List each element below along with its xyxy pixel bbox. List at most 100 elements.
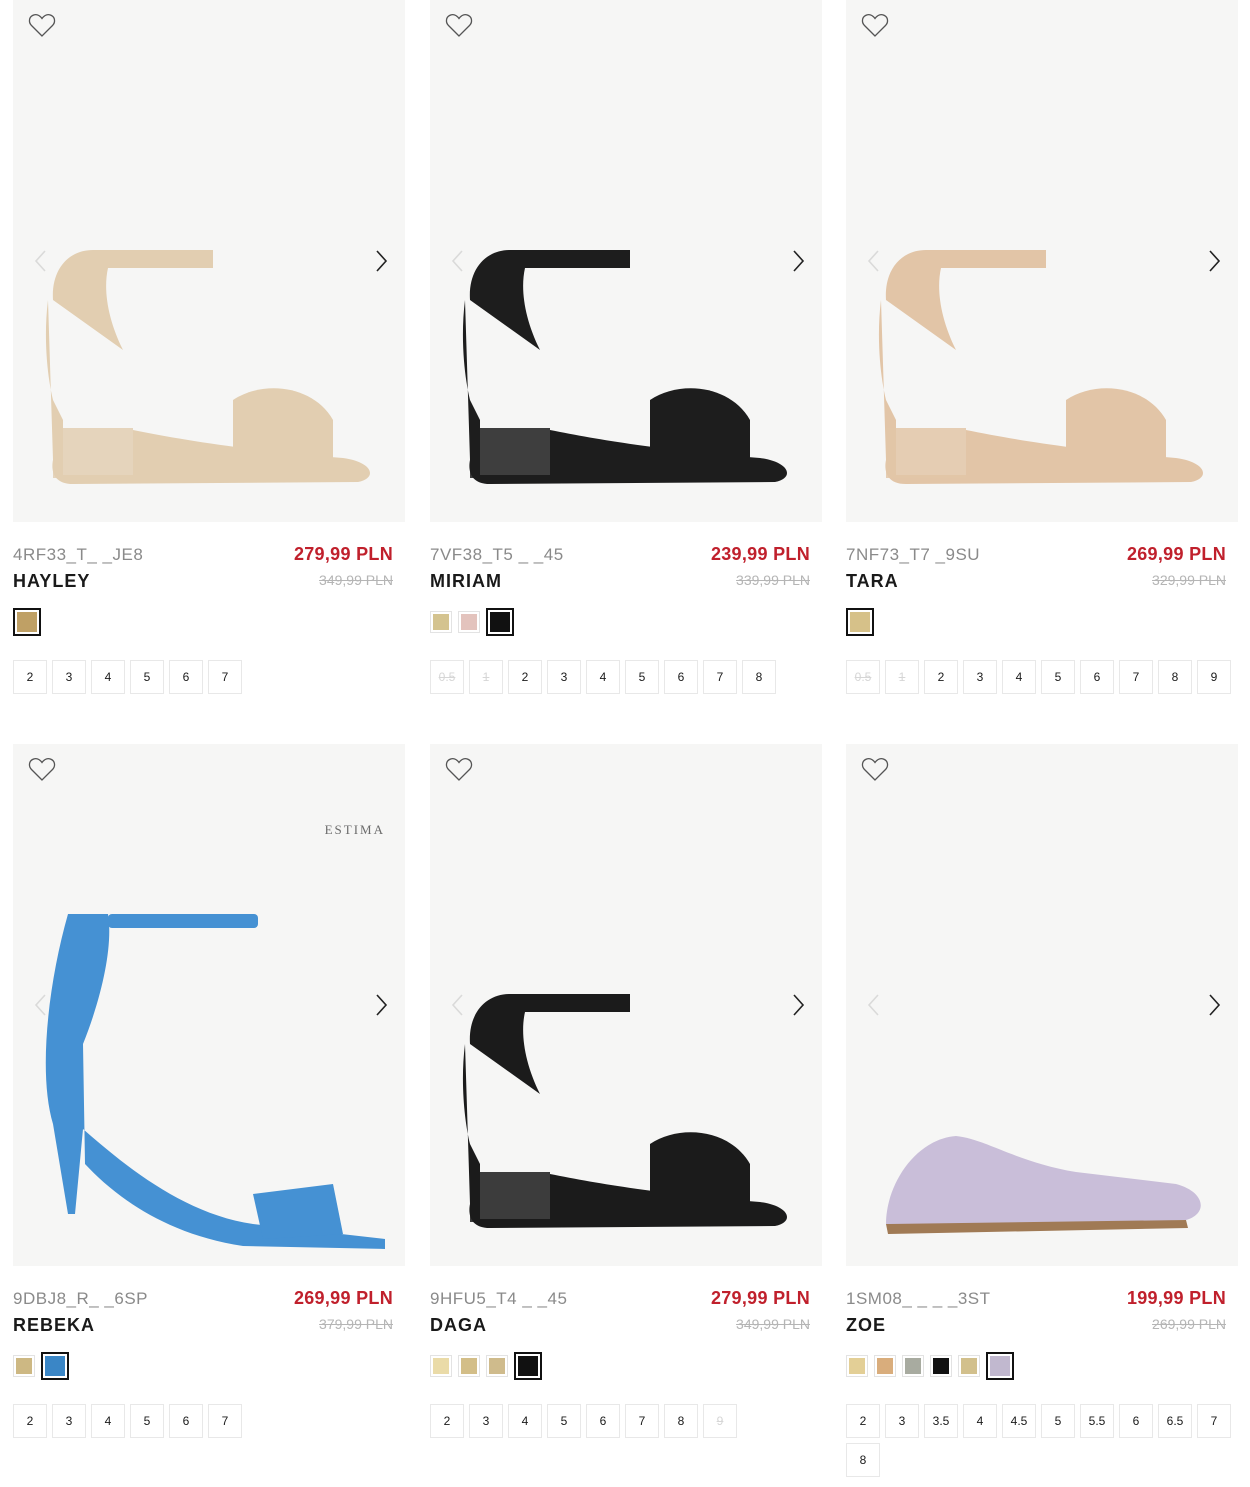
size-option[interactable]: 4 <box>91 1404 125 1438</box>
chevron-right-icon[interactable] <box>369 246 393 276</box>
size-option[interactable]: 3 <box>52 660 86 694</box>
heart-icon[interactable] <box>860 10 890 40</box>
heart-icon[interactable] <box>444 10 474 40</box>
color-swatch[interactable] <box>514 1352 542 1380</box>
size-option[interactable]: 2 <box>13 1404 47 1438</box>
size-option[interactable]: 6 <box>1119 1404 1153 1438</box>
size-option[interactable]: 6 <box>664 660 698 694</box>
size-option[interactable]: 6 <box>586 1404 620 1438</box>
chevron-left-icon[interactable] <box>446 246 470 276</box>
size-option[interactable]: 2 <box>508 660 542 694</box>
size-option[interactable]: 4 <box>91 660 125 694</box>
product-image[interactable] <box>430 744 822 1266</box>
chevron-left-icon[interactable] <box>29 246 53 276</box>
color-swatch[interactable] <box>846 608 874 636</box>
chevron-right-icon[interactable] <box>1202 246 1226 276</box>
product-name[interactable]: HAYLEY <box>13 571 90 592</box>
product-card[interactable]: 9HFU5_T4 _ _45 DAGA 279,99 PLN 349,99 PL… <box>430 744 822 1438</box>
size-option[interactable]: 6 <box>169 1404 203 1438</box>
size-option[interactable]: 3 <box>52 1404 86 1438</box>
size-option[interactable]: 2 <box>430 1404 464 1438</box>
color-swatch[interactable] <box>13 608 41 636</box>
chevron-right-icon[interactable] <box>786 246 810 276</box>
size-option[interactable]: 5 <box>130 1404 164 1438</box>
size-option[interactable]: 5.5 <box>1080 1404 1114 1438</box>
product-name[interactable]: ZOE <box>846 1315 886 1336</box>
size-option[interactable]: 3 <box>469 1404 503 1438</box>
product-name[interactable]: DAGA <box>430 1315 487 1336</box>
size-option[interactable]: 2 <box>13 660 47 694</box>
color-swatch[interactable] <box>458 611 480 633</box>
product-old-price: 349,99 PLN <box>736 1316 810 1332</box>
size-option[interactable]: 7 <box>703 660 737 694</box>
chevron-right-icon[interactable] <box>1202 990 1226 1020</box>
size-option[interactable]: 8 <box>846 1443 880 1477</box>
color-swatch[interactable] <box>486 608 514 636</box>
size-option[interactable]: 8 <box>742 660 776 694</box>
product-name[interactable]: MIRIAM <box>430 571 502 592</box>
size-option[interactable]: 4.5 <box>1002 1404 1036 1438</box>
product-image[interactable] <box>846 0 1238 522</box>
size-option[interactable]: 2 <box>846 1404 880 1438</box>
size-option[interactable]: 8 <box>1158 660 1192 694</box>
size-option[interactable]: 7 <box>625 1404 659 1438</box>
product-image[interactable] <box>430 0 822 522</box>
color-swatch[interactable] <box>986 1352 1014 1380</box>
size-option[interactable]: 3.5 <box>924 1404 958 1438</box>
size-option[interactable]: 4 <box>963 1404 997 1438</box>
color-swatch[interactable] <box>430 1355 452 1377</box>
size-option[interactable]: 3 <box>885 1404 919 1438</box>
chevron-left-icon[interactable] <box>446 990 470 1020</box>
product-card[interactable]: 7VF38_T5 _ _45 MIRIAM 239,99 PLN 339,99 … <box>430 0 822 694</box>
chevron-left-icon[interactable] <box>862 246 886 276</box>
size-option[interactable]: 3 <box>963 660 997 694</box>
size-option[interactable]: 6.5 <box>1158 1404 1192 1438</box>
size-option[interactable]: 4 <box>586 660 620 694</box>
size-option[interactable]: 6 <box>1080 660 1114 694</box>
size-option[interactable]: 5 <box>625 660 659 694</box>
color-swatches <box>430 1352 542 1380</box>
product-name[interactable]: REBEKA <box>13 1315 95 1336</box>
heart-icon[interactable] <box>27 754 57 784</box>
product-name[interactable]: TARA <box>846 571 899 592</box>
size-option[interactable]: 5 <box>130 660 164 694</box>
chevron-right-icon[interactable] <box>786 990 810 1020</box>
color-swatch[interactable] <box>458 1355 480 1377</box>
size-option[interactable]: 7 <box>208 1404 242 1438</box>
size-option[interactable]: 8 <box>664 1404 698 1438</box>
color-swatch[interactable] <box>41 1352 69 1380</box>
size-option[interactable]: 4 <box>508 1404 542 1438</box>
color-swatch[interactable] <box>846 1355 868 1377</box>
size-option[interactable]: 5 <box>1041 660 1075 694</box>
color-swatch[interactable] <box>874 1355 896 1377</box>
size-option[interactable]: 6 <box>169 660 203 694</box>
heart-icon[interactable] <box>860 754 890 784</box>
heart-icon[interactable] <box>444 754 474 784</box>
color-swatch[interactable] <box>958 1355 980 1377</box>
product-image[interactable] <box>846 744 1238 1266</box>
size-option[interactable]: 4 <box>1002 660 1036 694</box>
size-option[interactable]: 2 <box>924 660 958 694</box>
size-option[interactable]: 9 <box>1197 660 1231 694</box>
size-option[interactable]: 7 <box>1119 660 1153 694</box>
heart-icon[interactable] <box>27 10 57 40</box>
product-card[interactable]: 4RF33_T_ _JE8 HAYLEY 279,99 PLN 349,99 P… <box>13 0 405 694</box>
size-option[interactable]: 7 <box>208 660 242 694</box>
color-swatch[interactable] <box>13 1355 35 1377</box>
color-swatch[interactable] <box>930 1355 952 1377</box>
product-card[interactable]: 1SM08_ _ _ _3ST ZOE 199,99 PLN 269,99 PL… <box>846 744 1238 1477</box>
size-option[interactable]: 7 <box>1197 1404 1231 1438</box>
chevron-right-icon[interactable] <box>369 990 393 1020</box>
size-option[interactable]: 5 <box>547 1404 581 1438</box>
color-swatch[interactable] <box>430 611 452 633</box>
product-image[interactable]: ESTIMA <box>13 744 405 1266</box>
chevron-left-icon[interactable] <box>862 990 886 1020</box>
size-option[interactable]: 5 <box>1041 1404 1075 1438</box>
product-card[interactable]: ESTIMA 9DBJ8_R_ _6SP REBEKA 269,99 PLN 3… <box>13 744 405 1438</box>
product-image[interactable] <box>13 0 405 522</box>
color-swatch[interactable] <box>902 1355 924 1377</box>
color-swatch[interactable] <box>486 1355 508 1377</box>
size-option[interactable]: 3 <box>547 660 581 694</box>
chevron-left-icon[interactable] <box>29 990 53 1020</box>
product-card[interactable]: 7NF73_T7 _9SU TARA 269,99 PLN 329,99 PLN… <box>846 0 1238 694</box>
